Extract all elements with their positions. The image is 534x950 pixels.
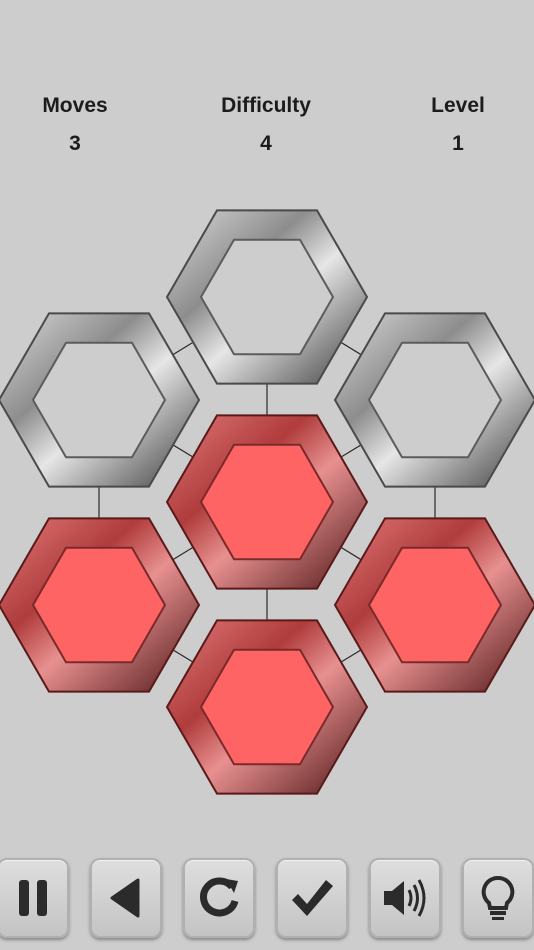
toolbar xyxy=(0,858,534,950)
level-value: 1 xyxy=(452,132,464,155)
difficulty-stat: Difficulty 4 xyxy=(186,92,346,158)
tile-bottom[interactable] xyxy=(165,619,369,795)
sound-button[interactable] xyxy=(369,858,441,938)
speaker-icon xyxy=(384,879,426,917)
pause-icon xyxy=(19,880,47,916)
tile-top[interactable] xyxy=(165,209,369,385)
back-button[interactable] xyxy=(90,858,162,938)
level-stat: Level 1 xyxy=(378,92,534,158)
moves-stat: Moves 3 xyxy=(0,92,155,158)
checkmark-icon xyxy=(292,880,333,916)
moves-label: Moves xyxy=(42,94,108,117)
difficulty-value: 4 xyxy=(260,132,272,155)
back-triangle-icon xyxy=(110,878,140,918)
hex-board xyxy=(0,209,534,795)
tile-center[interactable] xyxy=(165,414,369,590)
hint-button[interactable] xyxy=(462,858,534,938)
tile-upper-right[interactable] xyxy=(333,312,534,488)
check-button[interactable] xyxy=(276,858,348,938)
moves-value: 3 xyxy=(69,132,81,155)
difficulty-label: Difficulty xyxy=(221,94,311,117)
restart-icon xyxy=(200,877,239,917)
lightbulb-icon xyxy=(481,875,515,920)
pause-button[interactable] xyxy=(0,858,69,938)
restart-button[interactable] xyxy=(183,858,255,938)
tile-lower-right[interactable] xyxy=(333,517,534,693)
tile-upper-left[interactable] xyxy=(0,312,201,488)
level-label: Level xyxy=(431,94,485,117)
tile-lower-left[interactable] xyxy=(0,517,201,693)
